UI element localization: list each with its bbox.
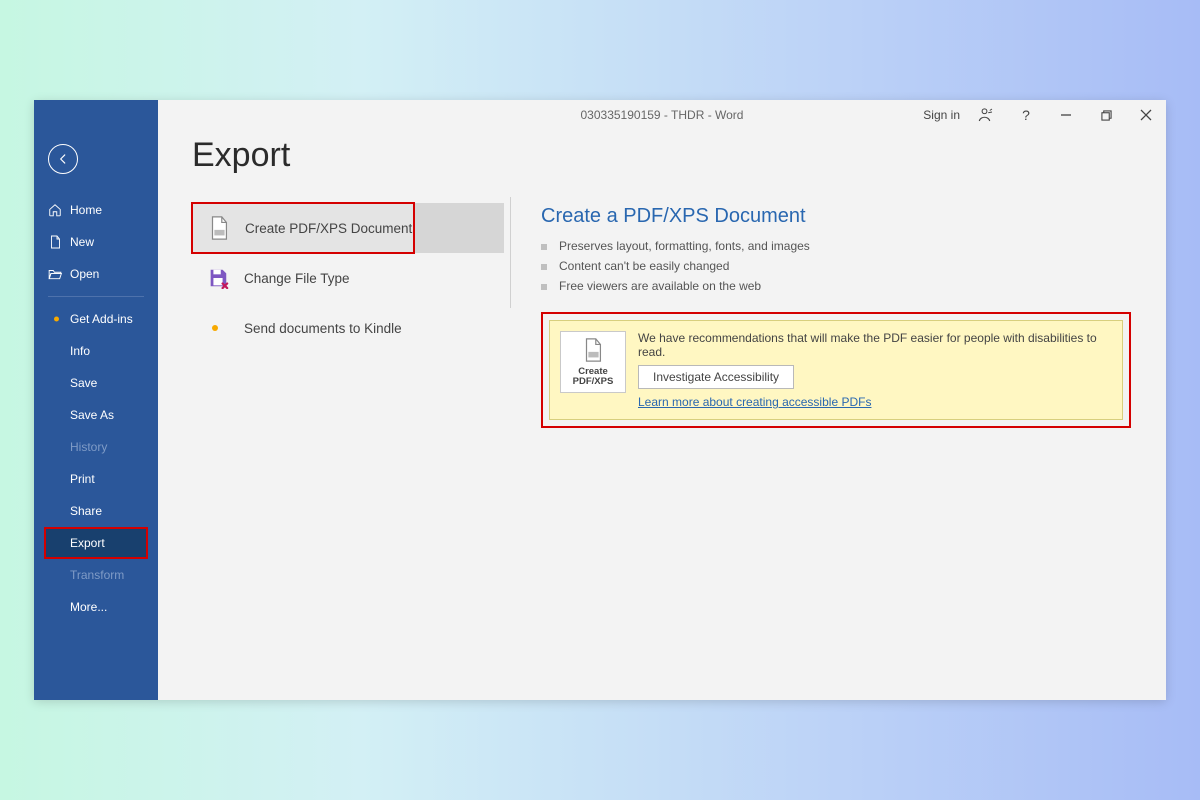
tab-create-pdf-xps[interactable]: Create PDF/XPS Document bbox=[192, 203, 414, 253]
create-pdf-xps-button[interactable]: Create PDF/XPS bbox=[560, 331, 626, 393]
close-button[interactable] bbox=[1126, 100, 1166, 130]
sidebar-item-history: History bbox=[34, 431, 158, 463]
detail-bullet-2: Content can't be easily changed bbox=[541, 256, 1166, 276]
maximize-button[interactable] bbox=[1086, 100, 1126, 130]
sidebar-item-new[interactable]: New bbox=[34, 226, 158, 258]
detail-bullet-3: Free viewers are available on the web bbox=[541, 276, 1166, 296]
sidebar-label-open: Open bbox=[70, 267, 99, 281]
sidebar-label-info: Info bbox=[70, 344, 90, 358]
title-bar: 030335190159 - THDR - Word Sign in ? bbox=[158, 100, 1166, 130]
document-icon bbox=[48, 235, 62, 249]
sidebar-label-save: Save bbox=[70, 376, 97, 390]
sidebar-item-save-as[interactable]: Save As bbox=[34, 399, 158, 431]
tab-selected-extension bbox=[414, 203, 504, 253]
page-title: Export bbox=[192, 136, 1166, 175]
back-button[interactable] bbox=[48, 144, 78, 174]
sidebar-label-history: History bbox=[70, 440, 107, 454]
accessibility-recommendation-text: We have recommendations that will make t… bbox=[638, 331, 1112, 359]
sidebar-item-transform: Transform bbox=[34, 559, 158, 591]
sidebar-label-transform: Transform bbox=[70, 568, 124, 582]
sidebar-item-more[interactable]: More... bbox=[34, 591, 158, 623]
sidebar-item-home[interactable]: Home bbox=[34, 194, 158, 226]
arrow-left-icon bbox=[56, 152, 70, 166]
sidebar-label-get-addins: Get Add-ins bbox=[70, 312, 133, 326]
sidebar-item-export[interactable]: Export bbox=[44, 527, 148, 559]
export-options-column: Create PDF/XPS Document Change File Type… bbox=[192, 203, 504, 428]
sidebar-item-share[interactable]: Share bbox=[34, 495, 158, 527]
pdf-document-icon bbox=[581, 337, 605, 363]
tab-label-create-pdf: Create PDF/XPS Document bbox=[245, 221, 412, 236]
folder-open-icon bbox=[48, 267, 62, 281]
tab-label-kindle: Send documents to Kindle bbox=[244, 321, 402, 336]
accessibility-panel: Create PDF/XPS We have recommendations t… bbox=[541, 312, 1131, 428]
home-icon bbox=[48, 203, 62, 217]
account-icon[interactable] bbox=[966, 100, 1006, 130]
sidebar-item-print[interactable]: Print bbox=[34, 463, 158, 495]
export-detail-pane: Create a PDF/XPS Document Preserves layo… bbox=[511, 197, 1166, 428]
help-button[interactable]: ? bbox=[1006, 100, 1046, 130]
detail-heading: Create a PDF/XPS Document bbox=[541, 205, 1166, 228]
minimize-button[interactable] bbox=[1046, 100, 1086, 130]
sidebar-item-open[interactable]: Open bbox=[34, 258, 158, 290]
detail-bullet-1: Preserves layout, formatting, fonts, and… bbox=[541, 236, 1166, 256]
sidebar-item-save[interactable]: Save bbox=[34, 367, 158, 399]
pdf-document-icon bbox=[207, 216, 231, 240]
sidebar-item-info[interactable]: Info bbox=[34, 335, 158, 367]
sidebar-label-save-as: Save As bbox=[70, 408, 114, 422]
sidebar-label-more: More... bbox=[70, 600, 107, 614]
save-disk-icon bbox=[206, 266, 230, 290]
tab-label-change-type: Change File Type bbox=[244, 271, 350, 286]
create-btn-line2: PDF/XPS bbox=[573, 377, 614, 387]
tab-send-to-kindle[interactable]: Send documents to Kindle bbox=[192, 303, 504, 353]
sign-in-link[interactable]: Sign in bbox=[917, 108, 966, 122]
word-backstage-window: Home New Open Get Add-ins Info bbox=[34, 100, 1166, 700]
learn-accessible-pdfs-link[interactable]: Learn more about creating accessible PDF… bbox=[638, 395, 871, 409]
sidebar-label-home: Home bbox=[70, 203, 102, 217]
detail-bullets: Preserves layout, formatting, fonts, and… bbox=[541, 236, 1166, 296]
investigate-accessibility-button[interactable]: Investigate Accessibility bbox=[638, 365, 794, 389]
sidebar-divider bbox=[48, 296, 144, 297]
sidebar-label-print: Print bbox=[70, 472, 95, 486]
sidebar-label-new: New bbox=[70, 235, 94, 249]
sidebar-label-export: Export bbox=[70, 536, 105, 550]
backstage-sidebar: Home New Open Get Add-ins Info bbox=[34, 100, 158, 700]
tab-change-file-type[interactable]: Change File Type bbox=[192, 253, 504, 303]
sidebar-label-share: Share bbox=[70, 504, 102, 518]
sidebar-item-get-addins[interactable]: Get Add-ins bbox=[34, 303, 158, 335]
main-panel: 030335190159 - THDR - Word Sign in ? bbox=[158, 100, 1166, 700]
document-title: 030335190159 - THDR - Word bbox=[581, 108, 744, 122]
